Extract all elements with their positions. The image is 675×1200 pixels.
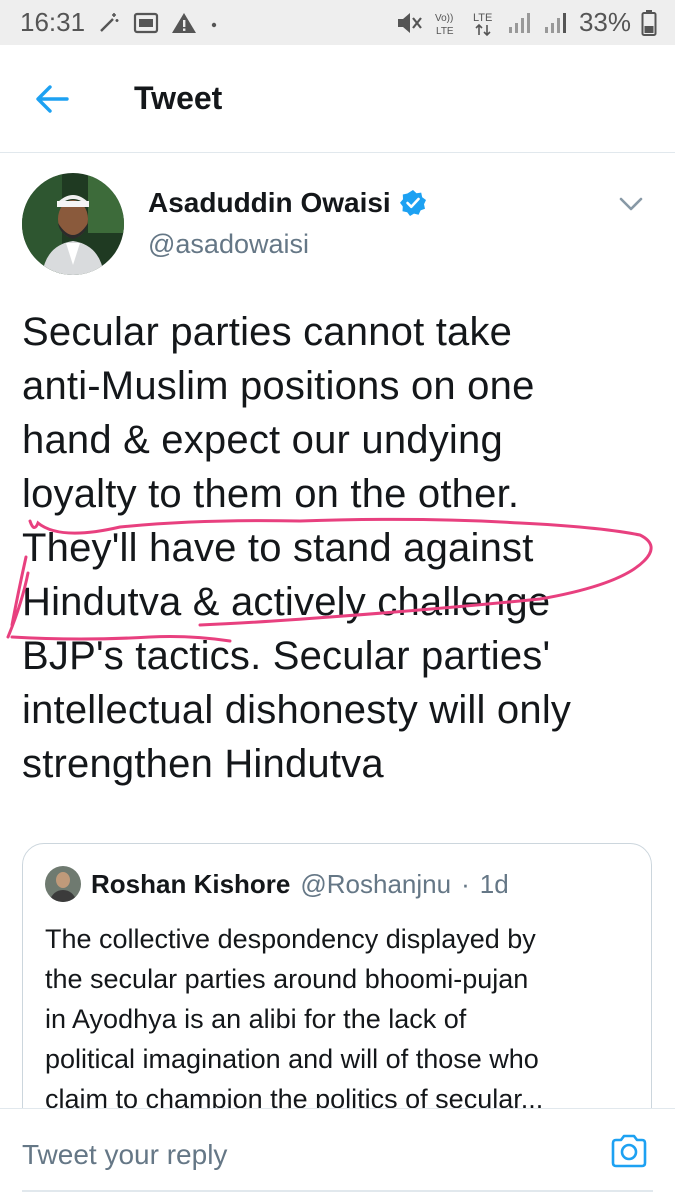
quoted-separator: ·	[461, 868, 470, 899]
quoted-timestamp: 1d	[479, 868, 509, 899]
chevron-down-icon	[619, 197, 643, 211]
tweet-text-line: strengthen Hindutva	[22, 742, 384, 786]
quoted-text-line: in Ayodhya is an alibi for the lack of	[45, 1004, 467, 1034]
battery-icon	[641, 9, 657, 37]
reply-underline	[22, 1190, 653, 1192]
lte-data-icon: LTE	[471, 9, 497, 37]
author-name[interactable]: Asaduddin Owaisi	[148, 187, 391, 219]
tweet-text: Secular parties cannot take anti-Muslim …	[22, 305, 662, 791]
reply-input[interactable]	[22, 1133, 582, 1177]
tweet-text-line: intellectual dishonesty will only	[22, 688, 572, 732]
tweet-author-row: Asaduddin Owaisi @asadowaisi	[22, 173, 653, 277]
tweet-text-line: Hindutva & actively challenge	[22, 580, 551, 624]
tweet-text-line: Secular parties cannot take	[22, 310, 513, 354]
status-bar: 16:31 Vo)) LTE LTE 33%	[0, 0, 675, 45]
back-button[interactable]	[22, 69, 82, 129]
arrow-left-icon	[36, 84, 69, 113]
camera-button[interactable]	[609, 1131, 649, 1171]
signal-icon-2	[543, 11, 569, 35]
quoted-text-line: the secular parties around bhoomi-pujan	[45, 964, 529, 994]
mute-icon	[395, 10, 423, 36]
svg-text:LTE: LTE	[436, 26, 454, 37]
quoted-text-line: The collective despondency displayed by	[45, 924, 536, 954]
quoted-author-handle: @Roshanjnu	[300, 868, 452, 899]
dot-icon	[209, 11, 219, 35]
avatar[interactable]	[22, 173, 124, 275]
quoted-text-line: political imagination and will of those …	[45, 1044, 539, 1074]
tweet-text-line: hand & expect our undying	[22, 418, 503, 462]
quoted-text-line: claim to champion the politics of secula…	[45, 1084, 544, 1108]
camera-icon	[611, 1134, 647, 1168]
author-handle[interactable]: @asadowaisi	[148, 229, 427, 260]
tweet-text-line: BJP's tactics. Secular parties'	[22, 634, 551, 678]
page-title: Tweet	[134, 80, 223, 116]
verified-badge-icon	[399, 190, 426, 216]
tweet: Asaduddin Owaisi @asadowaisi Secular par…	[0, 153, 675, 1108]
tweet-text-line: anti-Muslim positions on one	[22, 364, 535, 408]
app-header: Tweet	[0, 45, 675, 153]
tweet-text-line: They'll have to stand against	[22, 526, 534, 570]
svg-text:Vo)): Vo))	[435, 13, 453, 24]
signal-icon	[507, 11, 533, 35]
quoted-tweet-card[interactable]: Roshan Kishore @Roshanjnu · 1d The colle…	[22, 843, 652, 1108]
gallery-icon	[133, 11, 159, 35]
tweet-options-button[interactable]	[613, 189, 649, 219]
quoted-author-name: Roshan Kishore	[91, 868, 291, 899]
magic-wand-icon	[97, 11, 121, 35]
quoted-tweet-text: The collective despondency displayed by …	[45, 919, 635, 1108]
status-time: 16:31	[20, 7, 86, 37]
volte-badge-icon: Vo)) LTE	[433, 9, 461, 37]
svg-text:LTE: LTE	[473, 12, 492, 24]
warning-icon	[171, 11, 197, 35]
quoted-avatar	[45, 866, 81, 902]
tweet-text-line: loyalty to them on the other.	[22, 472, 520, 516]
battery-percent: 33%	[578, 7, 631, 37]
reply-bar	[0, 1108, 675, 1200]
